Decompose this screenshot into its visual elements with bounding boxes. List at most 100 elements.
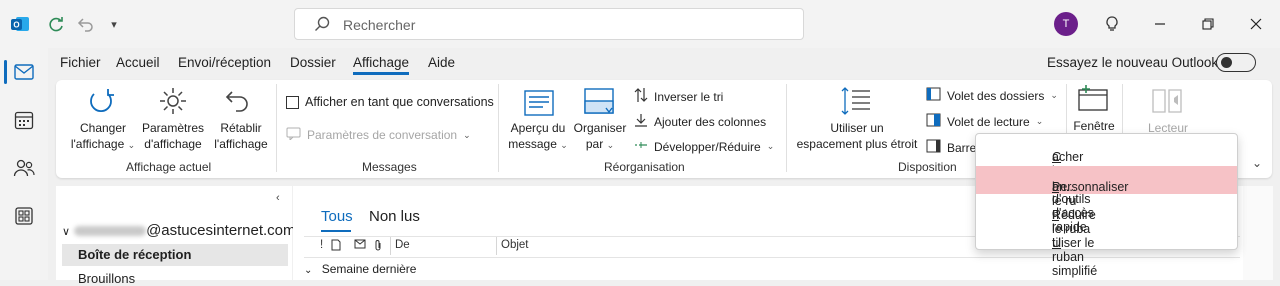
avatar[interactable]: T — [1054, 12, 1078, 36]
collapse-folder-pane-icon[interactable]: ‹ — [276, 192, 280, 204]
group-label-messages: Messages — [362, 160, 417, 174]
reset-view-label-1: Rétablir — [220, 121, 262, 135]
tab-all[interactable]: Tous — [321, 208, 353, 225]
chevron-down-icon: ∨ — [62, 226, 71, 238]
conversation-settings-icon — [286, 127, 301, 143]
view-settings-label-1: Paramètres — [141, 121, 205, 135]
inbox-label: Boîte de réception — [78, 247, 192, 262]
chevron-down-icon: ⌄ — [766, 141, 775, 151]
column-divider — [390, 237, 391, 255]
close-button[interactable] — [1242, 10, 1270, 38]
tab-fichier[interactable]: Fichier — [60, 55, 101, 70]
accelerator-key: n — [1052, 208, 1059, 222]
menu-item-use-simplified-ribbon[interactable]: Utiliser le ruban simplifié — [976, 222, 1237, 278]
folder-item-inbox[interactable]: Boîte de réception — [62, 244, 288, 266]
minimize-button[interactable] — [1146, 10, 1174, 38]
menu-item-collapse-ribbon[interactable]: Réduire le ruba n — [976, 194, 1237, 236]
chevron-down-icon: ⌄ — [606, 140, 615, 150]
tab-aide[interactable]: Aide — [428, 55, 455, 70]
arrange-by-button[interactable]: Organiser par ⌄ — [572, 120, 628, 153]
tighter-spacing-icon — [840, 86, 872, 119]
settings-gear-icon — [158, 86, 188, 119]
show-as-conversations-checkbox[interactable]: Afficher en tant que conversations — [286, 95, 494, 109]
add-columns-label: Ajouter des colonnes — [654, 114, 767, 129]
view-settings-button[interactable]: Paramètres d'affichage — [140, 120, 206, 152]
menu-item-customize-ribbon[interactable]: Personnaliser le ru b an... — [976, 166, 1237, 208]
svg-text:O: O — [13, 21, 19, 30]
reverse-sort-button[interactable]: Inverser le tri — [634, 87, 723, 106]
expand-collapse-label: Développer/Réduire — [654, 139, 761, 154]
folder-item-drafts[interactable]: Brouillons — [78, 271, 135, 286]
apps-icon[interactable] — [12, 204, 36, 228]
tab-unread[interactable]: Non lus — [369, 208, 420, 225]
folder-pane-button[interactable]: Volet des dossiers ⌄ — [926, 87, 1058, 104]
sort-arrows-icon — [634, 87, 648, 106]
add-columns-button[interactable]: Ajouter des colonnes — [634, 113, 766, 130]
conversation-settings-label: Paramètres de conversation — [307, 128, 458, 142]
group-label-current-view: Affichage actuel — [126, 160, 212, 174]
column-divider — [496, 237, 497, 255]
importance-column-icon[interactable]: ! — [320, 239, 323, 251]
mail-icon[interactable] — [12, 60, 36, 84]
tab-accueil[interactable]: Accueil — [116, 55, 160, 70]
expand-collapse-icon — [634, 139, 648, 154]
window-button[interactable]: Fenêtre — [1068, 118, 1120, 134]
search-box[interactable]: Rechercher — [294, 8, 804, 40]
item-type-column-icon[interactable] — [331, 239, 341, 254]
attachment-column-icon[interactable] — [374, 239, 382, 254]
chevron-down-icon: ⌄ — [560, 140, 568, 150]
last-week-label: Semaine dernière — [321, 262, 417, 276]
menu-text: tiliser le ruban simplifié — [1052, 236, 1098, 278]
account-email-domain: @astucesinternet.com — [146, 222, 296, 239]
arrange-by-label-1: Organiser — [573, 121, 627, 135]
tab-envoi-reception[interactable]: Envoi/réception — [178, 55, 271, 70]
sync-icon[interactable] — [44, 12, 68, 36]
arrange-by-icon — [584, 88, 614, 121]
menu-item-hide-quick-access-toolbar[interactable]: Cacher la barre d'outils d'accès rapide — [976, 136, 1237, 234]
reading-pane-button[interactable]: Volet de lecture ⌄ — [926, 113, 1043, 130]
add-columns-icon — [634, 113, 648, 130]
undo-icon[interactable] — [74, 12, 98, 36]
group-label-arrangement: Réorganisation — [604, 160, 685, 174]
group-header-last-week[interactable]: ⌄ Semaine dernière — [304, 262, 416, 276]
column-subject[interactable]: Objet — [501, 239, 529, 251]
tighter-spacing-button[interactable]: Utiliser un espacement plus étroit — [792, 120, 922, 152]
lightbulb-icon[interactable] — [1100, 12, 1124, 36]
calendar-icon[interactable] — [12, 108, 36, 132]
customize-qat-icon[interactable]: ▾ — [102, 12, 126, 36]
chevron-down-icon: ⌄ — [1035, 116, 1044, 126]
reset-view-button[interactable]: Rétablir l'affichage — [210, 120, 272, 152]
show-as-conversations-label: Afficher en tant que conversations — [305, 95, 494, 109]
account-header[interactable]: ∨ @astucesinternet.com — [62, 222, 296, 239]
reset-view-icon — [224, 86, 254, 119]
message-preview-icon — [524, 90, 554, 119]
search-icon — [313, 15, 331, 36]
app-rail — [0, 48, 48, 280]
reminder-column-icon[interactable] — [354, 239, 366, 253]
tab-dossier[interactable]: Dossier — [290, 55, 336, 70]
group-label-layout: Disposition — [898, 160, 957, 174]
tighter-spacing-label-2: espacement plus étroit — [796, 137, 918, 151]
title-bar: O ▾ Rechercher T — [0, 0, 1280, 48]
change-view-button[interactable]: Changer l'affichage ⌄ — [66, 120, 140, 153]
view-settings-label-2: d'affichage — [144, 137, 202, 151]
ribbon-collapse-chevron-icon[interactable]: ⌄ — [1252, 156, 1262, 170]
active-tab-underline — [321, 230, 351, 232]
expand-collapse-button[interactable]: Développer/Réduire ⌄ — [634, 139, 774, 154]
conversation-settings-button[interactable]: Paramètres de conversation ⌄ — [286, 127, 471, 143]
arrange-by-label-2: par — [585, 137, 604, 151]
ribbon-separator — [276, 84, 277, 172]
column-from[interactable]: De — [395, 239, 410, 251]
reset-view-label-2: l'affichage — [214, 137, 268, 151]
people-icon[interactable] — [12, 156, 36, 180]
tab-affichage[interactable]: Affichage — [353, 55, 410, 75]
folder-pane-label: Volet des dossiers — [947, 88, 1045, 103]
todo-bar-button[interactable]: Barre — [926, 139, 976, 156]
reverse-sort-label: Inverser le tri — [654, 89, 724, 104]
message-preview-button[interactable]: Aperçu du message ⌄ — [506, 120, 570, 153]
try-new-outlook-label: Essayez le nouveau Outlook — [1047, 55, 1219, 70]
new-outlook-toggle[interactable] — [1216, 53, 1256, 72]
outlook-logo-icon: O — [8, 12, 32, 36]
restore-button[interactable] — [1194, 10, 1222, 38]
chevron-down-icon: ⌄ — [463, 129, 471, 140]
